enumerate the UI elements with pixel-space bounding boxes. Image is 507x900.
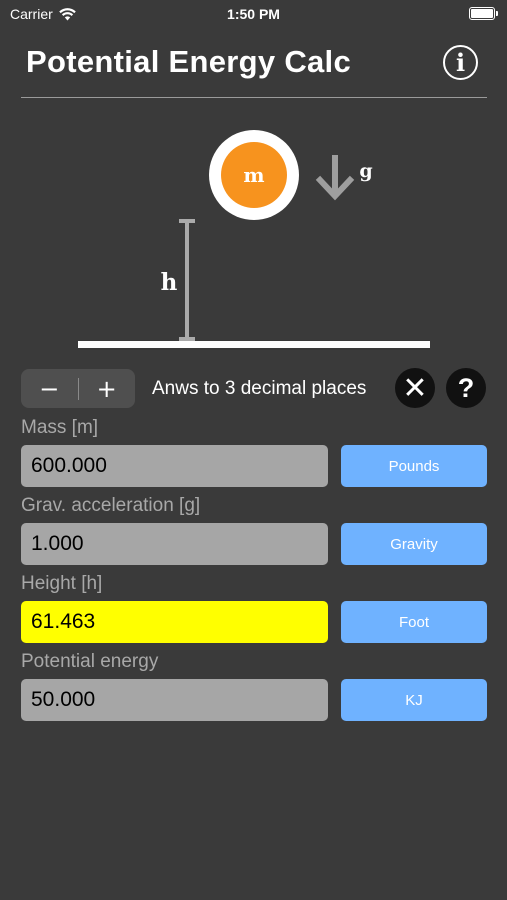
status-bar: Carrier 1:50 PM — [0, 0, 507, 30]
precision-stepper[interactable]: − + — [21, 369, 135, 408]
mass-symbol: m — [243, 163, 264, 187]
increment-button[interactable]: + — [78, 369, 135, 408]
info-icon[interactable]: i — [443, 45, 478, 80]
mass-input[interactable]: 600.000 — [21, 445, 328, 487]
help-icon[interactable]: ? — [446, 368, 486, 408]
battery-icon — [469, 7, 498, 20]
header-divider — [21, 97, 487, 98]
mass-label: Mass [m] — [21, 417, 99, 438]
height-label: Height [h] — [21, 573, 103, 594]
energy-diagram: m g h — [0, 100, 507, 360]
diagram-svg: m g h — [78, 130, 430, 348]
height-bar-icon — [179, 219, 195, 341]
status-time: 1:50 PM — [227, 6, 280, 22]
clear-icon[interactable]: ✕ — [395, 368, 435, 408]
height-unit-button[interactable]: Foot — [341, 601, 487, 643]
page-title: Potential Energy Calc — [26, 44, 352, 79]
ground-line — [78, 341, 430, 348]
energy-label: Potential energy — [21, 651, 159, 672]
precision-label: Anws to 3 decimal places — [152, 378, 367, 399]
height-input[interactable]: 61.463 — [21, 601, 328, 643]
mass-unit-button[interactable]: Pounds — [341, 445, 487, 487]
energy-input[interactable]: 50.000 — [21, 679, 328, 721]
gravity-label: Grav. acceleration [g] — [21, 495, 201, 516]
decrement-button[interactable]: − — [21, 369, 78, 408]
height-symbol: h — [161, 269, 178, 296]
energy-unit-button[interactable]: KJ — [341, 679, 487, 721]
gravity-unit-button[interactable]: Gravity — [341, 523, 487, 565]
gravity-arrow-icon — [315, 155, 355, 201]
gravity-symbol: g — [359, 160, 372, 182]
gravity-input[interactable]: 1.000 — [21, 523, 328, 565]
